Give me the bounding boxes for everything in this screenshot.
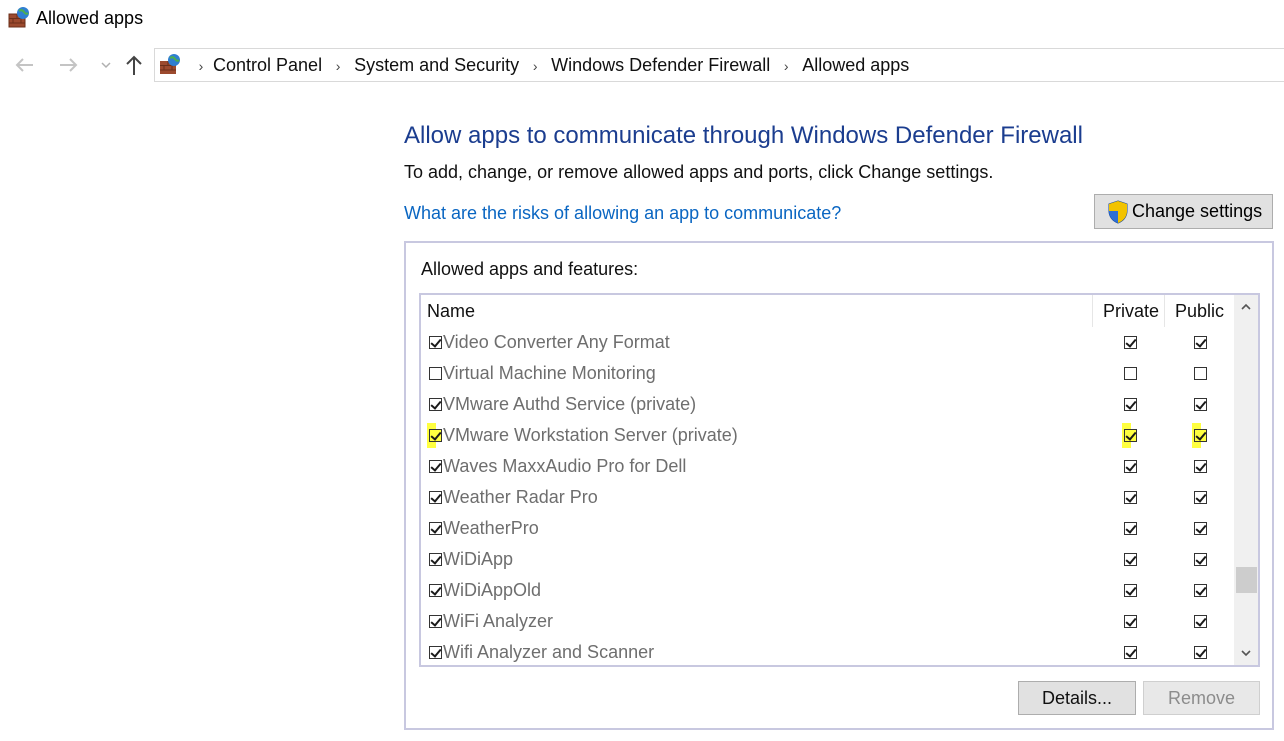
private-checkbox[interactable]: [1124, 367, 1137, 380]
list-item[interactable]: Waves MaxxAudio Pro for Dell: [421, 451, 1233, 482]
app-name: Wifi Analyzer and Scanner: [443, 642, 655, 662]
list-item[interactable]: Weather Radar Pro: [421, 482, 1233, 513]
risks-link[interactable]: What are the risks of allowing an app to…: [404, 203, 841, 224]
uac-shield-icon: [1108, 199, 1128, 224]
public-checkbox[interactable]: [1194, 646, 1207, 659]
back-arrow-icon[interactable]: [12, 53, 36, 77]
app-name: Weather Radar Pro: [443, 487, 598, 507]
list-header: Name Private Public: [421, 295, 1233, 327]
column-divider[interactable]: [1092, 295, 1093, 327]
window-title: Allowed apps: [36, 8, 144, 28]
public-checkbox[interactable]: [1194, 336, 1207, 349]
app-name: WiFi Analyzer: [443, 611, 554, 631]
app-enabled-checkbox[interactable]: [429, 522, 442, 535]
column-header-private[interactable]: Private: [1103, 301, 1159, 322]
app-enabled-checkbox[interactable]: [429, 460, 442, 473]
breadcrumb: › Control Panel › System and Security › …: [189, 55, 910, 76]
list-item[interactable]: WiDiApp: [421, 544, 1233, 575]
breadcrumb-allowed-apps[interactable]: Allowed apps: [802, 55, 909, 76]
list-item[interactable]: WeatherPro: [421, 513, 1233, 544]
up-arrow-icon[interactable]: [122, 53, 146, 77]
scrollbar-thumb[interactable]: [1236, 567, 1257, 593]
scroll-up-icon[interactable]: [1234, 295, 1258, 319]
list-item[interactable]: VMware Authd Service (private): [421, 389, 1233, 420]
private-checkbox[interactable]: [1124, 491, 1137, 504]
private-checkbox[interactable]: [1124, 553, 1137, 566]
title-bar: Allowed apps: [0, 0, 1284, 40]
change-settings-button[interactable]: Change settings: [1094, 194, 1273, 229]
firewall-icon: [8, 7, 29, 28]
allowed-apps-group: Allowed apps and features: Name Private …: [404, 241, 1274, 730]
list-rows: Video Converter Any Format Virtual Machin…: [421, 327, 1233, 665]
private-checkbox[interactable]: [1124, 429, 1137, 442]
list-item[interactable]: WiDiAppOld: [421, 575, 1233, 606]
details-button[interactable]: Details...: [1018, 681, 1136, 715]
breadcrumb-control-panel[interactable]: Control Panel: [213, 55, 322, 76]
public-checkbox[interactable]: [1194, 398, 1207, 411]
remove-button[interactable]: Remove: [1143, 681, 1260, 715]
chevron-right-icon[interactable]: ›: [519, 58, 551, 74]
public-checkbox[interactable]: [1194, 553, 1207, 566]
private-checkbox[interactable]: [1124, 646, 1137, 659]
app-name: Waves MaxxAudio Pro for Dell: [443, 456, 687, 476]
app-name: VMware Workstation Server (private): [443, 425, 738, 445]
change-settings-label: Change settings: [1132, 201, 1263, 221]
app-enabled-checkbox[interactable]: [429, 336, 442, 349]
private-checkbox[interactable]: [1124, 522, 1137, 535]
address-bar[interactable]: › Control Panel › System and Security › …: [154, 48, 1284, 82]
firewall-icon: [160, 54, 180, 74]
private-checkbox[interactable]: [1124, 336, 1137, 349]
scroll-down-icon[interactable]: [1234, 641, 1258, 665]
app-name: VMware Authd Service (private): [443, 394, 697, 414]
public-checkbox[interactable]: [1194, 429, 1207, 442]
app-name: Virtual Machine Monitoring: [443, 363, 656, 383]
app-enabled-checkbox[interactable]: [429, 615, 442, 628]
public-checkbox[interactable]: [1194, 615, 1207, 628]
forward-arrow-icon[interactable]: [57, 53, 81, 77]
list-item[interactable]: VMware Workstation Server (private): [421, 420, 1233, 451]
app-enabled-checkbox[interactable]: [429, 367, 442, 380]
chevron-down-icon[interactable]: [94, 53, 118, 77]
column-header-public[interactable]: Public: [1175, 301, 1224, 322]
public-checkbox[interactable]: [1194, 584, 1207, 597]
breadcrumb-system-and-security[interactable]: System and Security: [354, 55, 519, 76]
app-enabled-checkbox[interactable]: [429, 553, 442, 566]
vertical-scrollbar[interactable]: [1234, 295, 1258, 665]
app-enabled-checkbox[interactable]: [429, 398, 442, 411]
app-name: WeatherPro: [443, 518, 539, 538]
public-checkbox[interactable]: [1194, 367, 1207, 380]
page-title: Allow apps to communicate through Window…: [404, 122, 1083, 149]
app-enabled-checkbox[interactable]: [429, 646, 442, 659]
private-checkbox[interactable]: [1124, 615, 1137, 628]
private-checkbox[interactable]: [1124, 398, 1137, 411]
app-name: WiDiApp: [443, 549, 514, 569]
chevron-right-icon[interactable]: ›: [189, 58, 213, 74]
app-name: WiDiAppOld: [443, 580, 542, 600]
app-enabled-checkbox[interactable]: [429, 491, 442, 504]
breadcrumb-windows-defender-firewall[interactable]: Windows Defender Firewall: [551, 55, 770, 76]
chevron-right-icon[interactable]: ›: [770, 58, 802, 74]
column-header-name[interactable]: Name: [427, 301, 475, 322]
list-item[interactable]: Wifi Analyzer and Scanner: [421, 637, 1233, 665]
private-checkbox[interactable]: [1124, 584, 1137, 597]
group-label: Allowed apps and features:: [421, 259, 639, 279]
public-checkbox[interactable]: [1194, 460, 1207, 473]
list-item[interactable]: WiFi Analyzer: [421, 606, 1233, 637]
column-divider[interactable]: [1164, 295, 1165, 327]
private-checkbox[interactable]: [1124, 460, 1137, 473]
app-enabled-checkbox[interactable]: [429, 429, 442, 442]
list-item[interactable]: Virtual Machine Monitoring: [421, 358, 1233, 389]
app-enabled-checkbox[interactable]: [429, 584, 442, 597]
instruction-text: To add, change, or remove allowed apps a…: [404, 162, 994, 182]
public-checkbox[interactable]: [1194, 522, 1207, 535]
public-checkbox[interactable]: [1194, 491, 1207, 504]
app-name: Video Converter Any Format: [443, 332, 670, 352]
chevron-right-icon[interactable]: ›: [322, 58, 354, 74]
list-item[interactable]: Video Converter Any Format: [421, 327, 1233, 358]
allowed-apps-list[interactable]: Name Private Public Video Converter Any …: [419, 293, 1260, 667]
